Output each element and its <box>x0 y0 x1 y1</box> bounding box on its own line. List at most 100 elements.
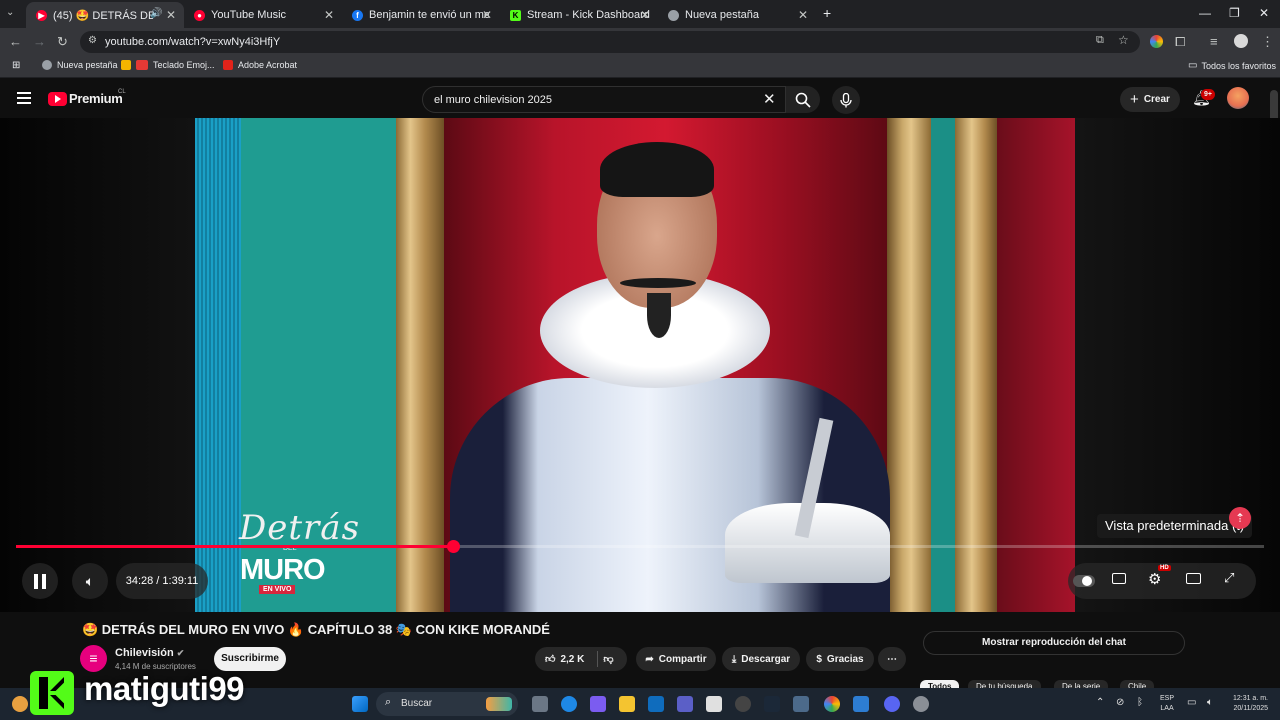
youtube-music-favicon-icon: ● <box>194 9 205 21</box>
tray-app-icon[interactable]: ⊘ <box>1116 697 1124 708</box>
windows-start-icon[interactable] <box>352 696 368 712</box>
tray-chevron-icon[interactable]: ⌃ <box>1096 697 1104 708</box>
bookmark-adobe[interactable]: Adobe Acrobat <box>223 60 297 70</box>
tab-title: (45) 🤩 DETRÁS DEL MURO <box>53 9 153 22</box>
menu-kebab-icon[interactable]: ⋮ <box>1261 34 1274 50</box>
back-icon[interactable]: ← <box>9 34 22 49</box>
new-tab-icon[interactable]: + <box>823 5 831 21</box>
url-text[interactable]: youtube.com/watch?v=xwNy4i3HfjY <box>105 36 280 48</box>
minimize-icon[interactable]: — <box>1199 6 1211 20</box>
discord-icon[interactable] <box>884 696 900 712</box>
steam-icon[interactable] <box>764 696 780 712</box>
search-box[interactable]: el muro chilevision 2025 ✕ <box>422 86 786 113</box>
teams-icon[interactable] <box>677 696 693 712</box>
close-icon[interactable]: ✕ <box>640 8 650 22</box>
reload-icon[interactable]: ↻ <box>57 34 68 50</box>
flag-icon <box>136 60 148 70</box>
create-button[interactable]: + Crear <box>1120 87 1180 112</box>
chrome-taskbar-icon[interactable] <box>824 696 840 712</box>
all-favorites[interactable]: ▭ Todos los favoritos <box>1188 60 1276 71</box>
bookmark-emoji-keyboard[interactable]: Teclado Emoj... <box>121 60 215 70</box>
tab-new[interactable]: Nueva pestaña ✕ <box>658 2 816 28</box>
subscribe-button[interactable]: Suscribirme <box>214 647 286 671</box>
close-icon[interactable]: ✕ <box>798 8 808 22</box>
bookmark-label: Adobe Acrobat <box>238 60 298 70</box>
task-view-icon[interactable] <box>532 696 548 712</box>
weather-icon[interactable] <box>12 696 28 712</box>
site-info-icon[interactable]: ⚙ <box>88 35 97 46</box>
settings-taskbar-icon[interactable] <box>913 696 929 712</box>
search-button[interactable] <box>786 86 820 113</box>
bookmark-star-icon[interactable]: ☆ <box>1118 33 1129 47</box>
window-close-icon[interactable]: ✕ <box>1259 6 1269 20</box>
tab-youtube-video[interactable]: ▶ (45) 🤩 DETRÁS DEL MURO 🔊 ✕ <box>26 2 184 28</box>
vscode-icon[interactable] <box>853 696 869 712</box>
language-indicator[interactable]: ESP LAA <box>1160 694 1174 714</box>
settings-gear-icon[interactable]: ⚙ <box>1148 570 1161 588</box>
like-icon[interactable]: 👍︎ <box>545 653 555 665</box>
bookmark-new-tab[interactable]: Nueva pestaña <box>42 60 118 70</box>
volume-tray-icon[interactable]: 🔈︎ <box>1207 697 1213 708</box>
copilot-icon[interactable] <box>590 696 606 712</box>
extension-icon[interactable] <box>1150 35 1163 48</box>
store-icon[interactable] <box>706 696 722 712</box>
network-icon[interactable]: ▭ <box>1187 697 1196 708</box>
channel-avatar[interactable]: ≡ <box>80 645 107 672</box>
forward-icon[interactable]: → <box>33 34 46 49</box>
address-bar[interactable]: ⚙ youtube.com/watch?v=xwNy4i3HfjY ⧉ ☆ <box>80 31 1140 53</box>
create-label: Crear <box>1143 94 1170 105</box>
close-icon[interactable]: ✕ <box>166 8 176 22</box>
clear-search-icon[interactable]: ✕ <box>763 90 776 108</box>
restore-icon[interactable]: ❐ <box>1229 6 1240 20</box>
more-actions-button[interactable]: ⋯ <box>878 647 906 671</box>
download-icon: ⤓ <box>731 653 737 665</box>
like-count[interactable]: 2,2 K <box>560 654 584 665</box>
voice-search-button[interactable] <box>832 86 860 114</box>
volume-button[interactable]: 🔈︎ <box>72 563 108 599</box>
edge-icon[interactable] <box>561 696 577 712</box>
clock[interactable]: 12:31 a. m. 20/11/2025 <box>1222 694 1268 714</box>
extensions-puzzle-icon[interactable]: ⧠ <box>1175 34 1185 50</box>
gold-frame-right <box>887 118 931 612</box>
progress-track[interactable] <box>16 540 1264 553</box>
hamburger-menu-icon[interactable] <box>17 92 31 104</box>
close-icon[interactable]: ✕ <box>324 8 334 22</box>
tab-facebook[interactable]: f Benjamin te envió un mensaje ✕ <box>342 2 500 28</box>
user-avatar[interactable] <box>1227 87 1249 109</box>
taskbar-search[interactable]: ⌕ Buscar <box>376 692 518 716</box>
show-chat-replay-button[interactable]: Mostrar reproducción del chat <box>923 631 1185 655</box>
media-control-icon[interactable]: ≡ <box>1210 34 1218 49</box>
more-icon: ⋯ <box>887 653 897 665</box>
video-player[interactable]: Detrás DEL MURO EN VIVO Vista predetermi… <box>0 118 1280 612</box>
pause-button[interactable] <box>22 563 58 599</box>
download-button[interactable]: ⤓ Descargar <box>722 647 800 671</box>
tab-youtube-music[interactable]: ● YouTube Music ✕ <box>184 2 342 28</box>
close-icon[interactable]: ✕ <box>482 8 492 22</box>
dislike-icon[interactable]: 👎︎ <box>603 653 613 665</box>
autoplay-toggle[interactable] <box>1073 575 1095 587</box>
speaker-icon[interactable]: 🔊 <box>150 8 162 19</box>
bookmark-label: Nueva pestaña <box>57 60 118 70</box>
profile-avatar[interactable] <box>1234 34 1248 48</box>
bookmark-label: Teclado Emoj... <box>153 60 215 70</box>
youtube-header: Premium CL el muro chilevision 2025 ✕ + … <box>0 80 1280 562</box>
search-input[interactable]: el muro chilevision 2025 <box>434 94 552 106</box>
tab-search-icon[interactable]: ⌄ <box>6 7 14 18</box>
app-icon[interactable] <box>793 696 809 712</box>
media-player-icon[interactable] <box>735 696 751 712</box>
tray-bluetooth-icon[interactable]: ᛒ <box>1137 697 1143 708</box>
thanks-button[interactable]: $ Gracias <box>806 647 874 671</box>
premium-logo-text[interactable]: Premium <box>69 91 123 106</box>
progress-scrubber[interactable] <box>446 540 460 553</box>
outlook-icon[interactable] <box>648 696 664 712</box>
install-app-icon[interactable]: ⧉ <box>1096 34 1104 47</box>
theater-mode-icon[interactable] <box>1186 573 1201 584</box>
youtube-logo-icon[interactable] <box>48 92 67 106</box>
fullscreen-icon[interactable]: ⤢ <box>1224 570 1234 586</box>
share-button[interactable]: ➦ Compartir <box>636 647 716 671</box>
apps-grid-icon[interactable]: ⊞ <box>12 60 20 71</box>
subtitles-icon[interactable] <box>1112 573 1126 584</box>
file-explorer-icon[interactable] <box>619 696 635 712</box>
channel-name[interactable]: Chilevisión ✔ <box>115 647 184 659</box>
tab-kick[interactable]: K Stream - Kick Dashboard ✕ <box>500 2 658 28</box>
